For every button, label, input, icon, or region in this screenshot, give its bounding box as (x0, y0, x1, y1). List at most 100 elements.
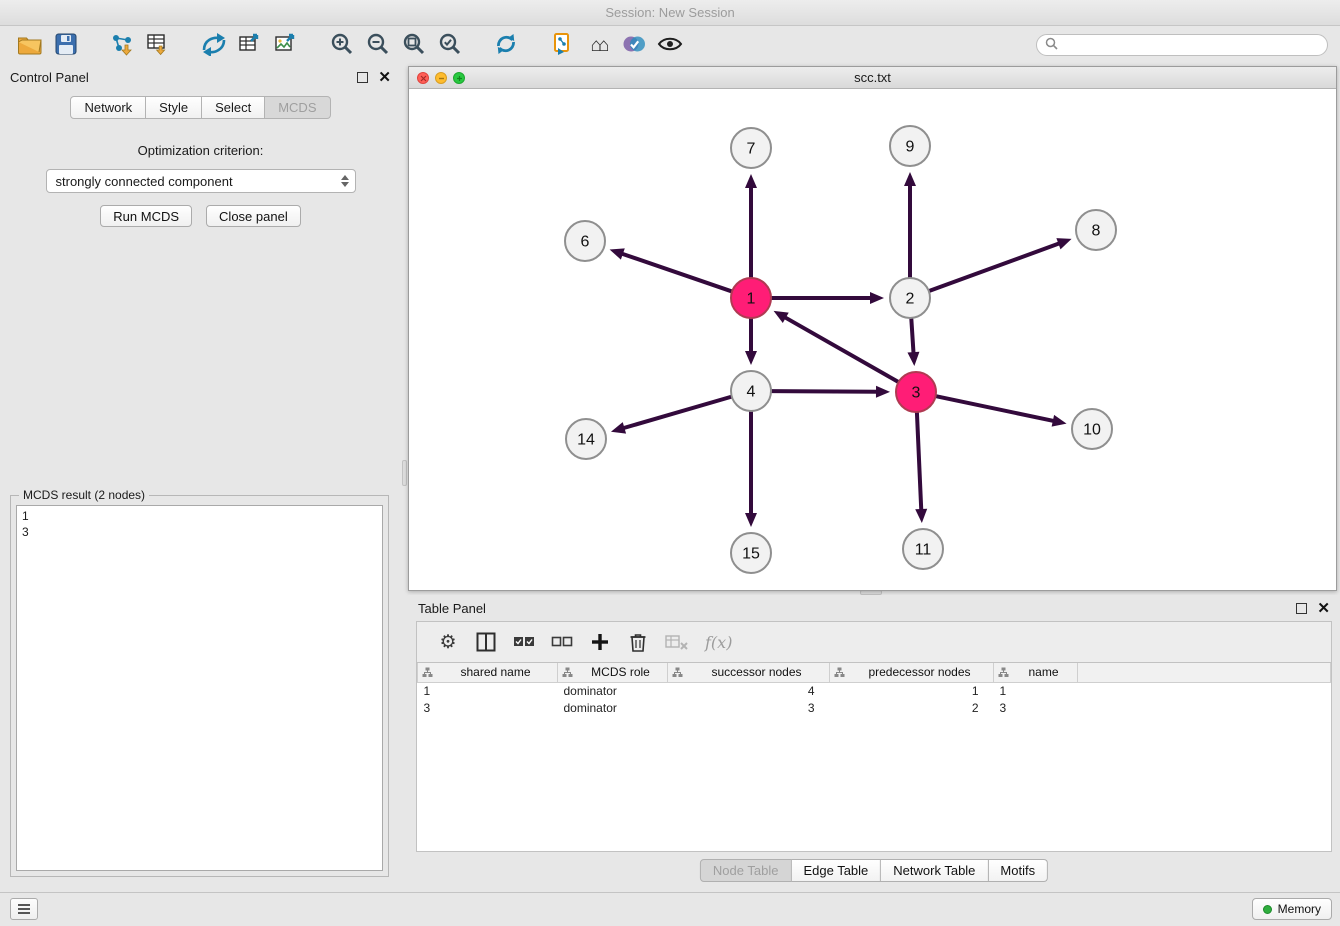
window-minimize-icon[interactable] (435, 72, 447, 84)
save-session-button[interactable] (48, 29, 84, 61)
import-network-button[interactable] (104, 29, 140, 61)
graph-edge-2-3[interactable] (911, 319, 913, 354)
venn-diagram-icon (621, 32, 647, 59)
show-hide-button[interactable] (652, 29, 688, 61)
zoom-out-icon (366, 32, 390, 59)
network-canvas[interactable]: 7968124314101511 (409, 90, 1336, 590)
export-image-button[interactable] (268, 29, 304, 61)
graph-edge-3-1[interactable] (784, 317, 898, 382)
status-bar: Memory (0, 892, 1340, 926)
column-header-successor-nodes[interactable]: successor nodes (668, 663, 830, 682)
zoom-in-button[interactable] (324, 29, 360, 61)
zoom-selected-button[interactable] (432, 29, 468, 61)
graph-edge-3-10[interactable] (937, 396, 1055, 421)
list-icon (17, 903, 31, 915)
deselect-all-button[interactable] (551, 630, 573, 654)
graph-edge-2-8[interactable] (930, 243, 1061, 291)
tab-motifs[interactable]: Motifs (988, 859, 1048, 882)
mcds-result-text[interactable]: 1 3 (16, 505, 383, 871)
table-row[interactable]: 1 dominator 4 1 1 (418, 682, 1331, 699)
float-panel-icon[interactable] (357, 72, 368, 83)
export-network-icon (201, 32, 227, 59)
plus-icon (590, 632, 610, 652)
memory-status-icon (1263, 905, 1272, 914)
delete-table-button-disabled (665, 630, 689, 654)
criterion-dropdown[interactable]: strongly connected component (46, 169, 356, 193)
export-table-button[interactable] (232, 29, 268, 61)
table-row[interactable]: 3 dominator 3 2 3 (418, 699, 1331, 716)
main-toolbar: ⌂⌂ (0, 27, 1340, 63)
tab-network[interactable]: Network (70, 96, 146, 119)
graph-node-label: 14 (577, 432, 595, 449)
columns-icon (476, 632, 496, 652)
column-type-icon (834, 667, 845, 681)
tab-edge-table[interactable]: Edge Table (791, 859, 881, 882)
show-panels-button[interactable] (10, 898, 38, 920)
table-panel-title: Table Panel (418, 601, 486, 616)
node-table-area[interactable]: shared name MCDS role successor nodes (417, 662, 1331, 851)
zoom-fit-button[interactable] (396, 29, 432, 61)
graph-edge-1-6[interactable] (621, 253, 731, 291)
window-zoom-icon[interactable] (453, 72, 465, 84)
tab-select[interactable]: Select (202, 96, 265, 119)
tab-node-table[interactable]: Node Table (700, 859, 792, 882)
node-table: shared name MCDS role successor nodes (417, 663, 1331, 716)
select-all-button[interactable] (513, 630, 535, 654)
graph-node-label: 10 (1083, 422, 1101, 439)
zoom-in-icon (330, 32, 354, 59)
export-network-button[interactable] (196, 29, 232, 61)
criterion-value: strongly connected component (56, 174, 233, 189)
zoom-out-button[interactable] (360, 29, 396, 61)
column-header-name[interactable]: name (994, 663, 1078, 682)
edge-arrowhead-icon (745, 174, 757, 188)
search-box[interactable] (1036, 34, 1328, 56)
vertical-splitter[interactable] (401, 64, 408, 888)
open-session-button[interactable] (12, 29, 48, 61)
graph-edge-4-3[interactable] (772, 391, 878, 392)
close-panel-icon[interactable]: ✕ (378, 70, 391, 85)
graph-node-label: 15 (742, 546, 760, 563)
refresh-button[interactable] (488, 29, 524, 61)
graph-node-label: 11 (915, 542, 932, 559)
graph-node-label: 6 (581, 234, 590, 251)
houses-icon: ⌂⌂ (591, 36, 606, 55)
save-floppy-icon (55, 33, 77, 58)
graph-edge-3-11[interactable] (917, 413, 921, 511)
delete-table-icon (665, 633, 689, 651)
add-column-button[interactable] (589, 630, 611, 654)
import-table-button[interactable] (140, 29, 176, 61)
column-header-mcds-role[interactable]: MCDS role (558, 663, 668, 682)
optimization-criterion-label: Optimization criterion: (0, 143, 401, 158)
float-table-panel-icon[interactable] (1296, 603, 1307, 614)
clone-network-button[interactable] (544, 29, 580, 61)
show-columns-button[interactable] (475, 630, 497, 654)
graph-node-label: 4 (747, 384, 756, 401)
app-title: Session: New Session (605, 5, 734, 20)
table-settings-button[interactable]: ⚙ (437, 630, 459, 654)
edge-arrowhead-icon (904, 172, 916, 186)
search-icon (1045, 37, 1058, 53)
network-window-titlebar[interactable]: scc.txt (409, 67, 1336, 89)
edge-arrowhead-icon (870, 292, 884, 304)
column-header-shared-name[interactable]: shared name (418, 663, 558, 682)
network-graph[interactable]: 7968124314101511 (409, 90, 1336, 590)
graph-node-label: 3 (912, 385, 921, 402)
apply-style-button[interactable] (616, 29, 652, 61)
tab-mcds[interactable]: MCDS (265, 96, 330, 119)
tab-style[interactable]: Style (146, 96, 202, 119)
memory-button[interactable]: Memory (1252, 898, 1332, 920)
graph-edge-4-14[interactable] (622, 397, 730, 429)
edge-arrowhead-icon (1056, 238, 1071, 249)
control-panel: Control Panel ✕ Network Style Select MCD… (0, 64, 401, 888)
splitter-grip[interactable] (402, 460, 407, 486)
close-table-panel-icon[interactable]: ✕ (1317, 601, 1330, 616)
run-mcds-button[interactable]: Run MCDS (100, 205, 192, 227)
window-close-icon[interactable] (417, 72, 429, 84)
table-header-row: shared name MCDS role successor nodes (418, 663, 1331, 682)
first-neighbors-button[interactable]: ⌂⌂ (580, 29, 616, 61)
tab-network-table[interactable]: Network Table (881, 859, 988, 882)
delete-column-button[interactable] (627, 630, 649, 654)
search-input[interactable] (1063, 38, 1319, 52)
column-header-predecessor-nodes[interactable]: predecessor nodes (830, 663, 994, 682)
close-panel-button[interactable]: Close panel (206, 205, 301, 227)
